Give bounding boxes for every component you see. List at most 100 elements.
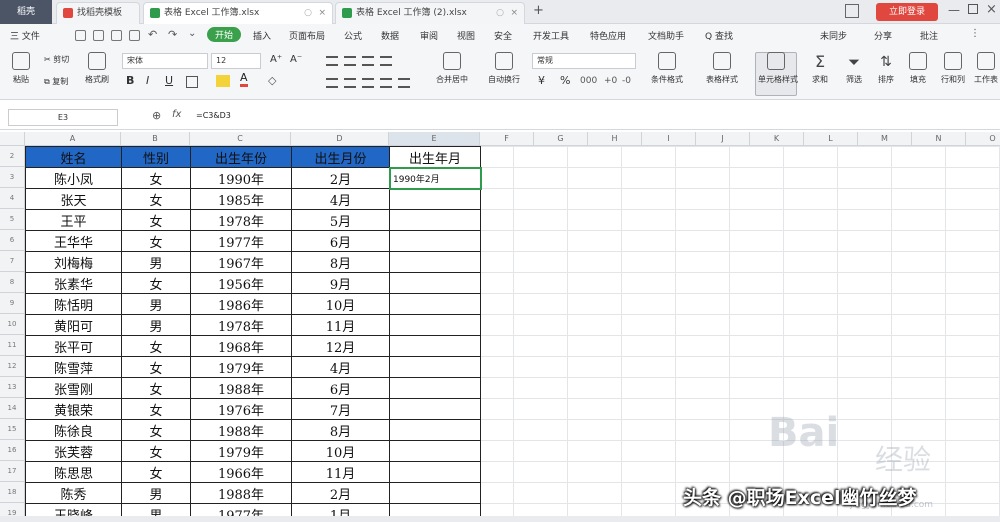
gender-cell[interactable]: 男 (121, 251, 191, 273)
gender-cell[interactable]: 女 (121, 377, 191, 399)
export-pdf-icon[interactable] (93, 30, 104, 41)
column-header[interactable]: A (25, 132, 121, 146)
column-header[interactable]: C (190, 132, 291, 146)
cell-style-button[interactable]: 单元格样式 (758, 52, 798, 85)
fill-button[interactable]: 填充 (904, 52, 932, 85)
birth-year-cell[interactable]: 1968年 (190, 335, 292, 357)
birth-year-cell[interactable]: 1979年 (190, 356, 292, 378)
row-header[interactable]: 11 (0, 335, 25, 356)
tab-workbook-2[interactable]: 表格 Excel 工作簿 (2).xlsx ○ × (335, 2, 525, 24)
gender-cell[interactable]: 女 (121, 230, 191, 252)
birth-month-cell[interactable]: 7月 (291, 398, 390, 420)
number-format-select[interactable]: 常规 (532, 53, 636, 69)
autosum-button[interactable]: Σ 求和 (806, 52, 834, 85)
name-cell[interactable]: 王平 (25, 209, 122, 231)
menu-doc-assistant[interactable]: 文档助手 (648, 29, 684, 42)
birth-year-cell[interactable]: 1988年 (190, 482, 292, 504)
undo-icon[interactable]: ↶ (148, 28, 157, 41)
row-header[interactable]: 12 (0, 356, 25, 377)
birth-year-month-cell[interactable] (389, 272, 481, 294)
underline-button[interactable]: U (165, 74, 173, 87)
formula-input[interactable]: =C3&D3 (196, 111, 231, 120)
grow-font-button[interactable]: A⁺ (270, 54, 282, 65)
birth-year-month-cell[interactable] (389, 440, 481, 462)
minimize-icon[interactable]: — (948, 3, 960, 17)
column-header[interactable]: J (696, 132, 750, 146)
birth-year-month-cell[interactable] (389, 482, 481, 504)
header-birth-year-month[interactable]: 出生年月 (389, 146, 481, 168)
header-birth-year[interactable]: 出生年份 (190, 146, 292, 168)
row-header[interactable]: 8 (0, 272, 25, 293)
align-right-icon[interactable] (362, 78, 374, 88)
birth-year-month-cell[interactable] (389, 356, 481, 378)
decrease-decimal-icon[interactable]: -0 (622, 76, 631, 86)
currency-button[interactable]: ¥ (538, 74, 545, 87)
percent-button[interactable]: % (560, 74, 570, 87)
name-box[interactable]: E3 (8, 109, 118, 126)
sort-button[interactable]: ⇅ 排序 (872, 52, 900, 85)
gender-cell[interactable]: 女 (121, 335, 191, 357)
paste-button[interactable]: 粘贴 (4, 52, 38, 85)
birth-year-month-cell[interactable] (389, 461, 481, 483)
tab-template[interactable]: 找稻壳模板 (56, 2, 140, 24)
birth-year-cell[interactable]: 1985年 (190, 188, 292, 210)
name-cell[interactable]: 黄阳可 (25, 314, 122, 336)
menu-formulas[interactable]: 公式 (344, 29, 362, 42)
increase-decimal-icon[interactable]: +0 (604, 76, 617, 86)
birth-month-cell[interactable]: 6月 (291, 230, 390, 252)
birth-month-cell[interactable]: 5月 (291, 209, 390, 231)
birth-year-cell[interactable]: 1977年 (190, 230, 292, 252)
rows-columns-button[interactable]: 行和列 (938, 52, 968, 85)
font-color-icon[interactable]: A (240, 72, 248, 87)
column-header[interactable]: M (858, 132, 912, 146)
row-header[interactable]: 14 (0, 398, 25, 419)
select-all-corner[interactable] (0, 132, 25, 146)
menu-view[interactable]: 视图 (457, 29, 475, 42)
name-cell[interactable]: 陈恬明 (25, 293, 122, 315)
save-icon[interactable] (75, 30, 86, 41)
column-header[interactable]: O (966, 132, 1000, 146)
bold-button[interactable]: B (126, 74, 134, 87)
birth-month-cell[interactable]: 10月 (291, 293, 390, 315)
zoom-formula-icon[interactable]: ⊕ (152, 109, 161, 122)
file-menu[interactable]: 三 文件 (10, 29, 40, 42)
column-header[interactable]: G (534, 132, 588, 146)
share-button[interactable]: 分享 (874, 29, 892, 42)
login-button[interactable]: 立即登录 (876, 3, 938, 21)
cut-button[interactable]: ✂ 剪切 (44, 54, 69, 65)
birth-year-month-cell[interactable] (389, 419, 481, 441)
window-layout-icon[interactable] (845, 4, 859, 18)
quick-access-menu-icon[interactable]: ⌄ (188, 28, 196, 39)
column-header[interactable]: K (750, 132, 804, 146)
format-painter-button[interactable]: 格式刷 (80, 52, 114, 85)
gender-cell[interactable]: 女 (121, 209, 191, 231)
gender-cell[interactable]: 女 (121, 419, 191, 441)
birth-year-cell[interactable]: 1966年 (190, 461, 292, 483)
name-cell[interactable]: 王华华 (25, 230, 122, 252)
name-cell[interactable]: 张素华 (25, 272, 122, 294)
column-header[interactable]: L (804, 132, 858, 146)
print-icon[interactable] (111, 30, 122, 41)
gender-cell[interactable]: 女 (121, 440, 191, 462)
name-cell[interactable]: 陈雪萍 (25, 356, 122, 378)
sync-status[interactable]: 未同步 (820, 29, 847, 42)
birth-year-cell[interactable]: 1988年 (190, 419, 292, 441)
birth-month-cell[interactable]: 10月 (291, 440, 390, 462)
indent-icon[interactable] (380, 56, 392, 66)
row-header[interactable]: 7 (0, 251, 25, 272)
birth-month-cell[interactable]: 2月 (291, 167, 390, 189)
new-tab-icon[interactable]: + (533, 3, 544, 18)
name-cell[interactable]: 陈思思 (25, 461, 122, 483)
birth-year-month-cell[interactable] (389, 188, 481, 210)
birth-year-cell[interactable]: 1978年 (190, 314, 292, 336)
menu-security[interactable]: 安全 (494, 29, 512, 42)
align-left-icon[interactable] (326, 78, 338, 88)
row-header[interactable]: 9 (0, 293, 25, 314)
align-center-icon[interactable] (344, 78, 356, 88)
birth-year-cell[interactable]: 1986年 (190, 293, 292, 315)
row-header[interactable]: 4 (0, 188, 25, 209)
birth-month-cell[interactable]: 8月 (291, 419, 390, 441)
birth-year-month-cell[interactable] (389, 293, 481, 315)
row-header[interactable]: 2 (0, 146, 25, 167)
print-preview-icon[interactable] (129, 30, 140, 41)
